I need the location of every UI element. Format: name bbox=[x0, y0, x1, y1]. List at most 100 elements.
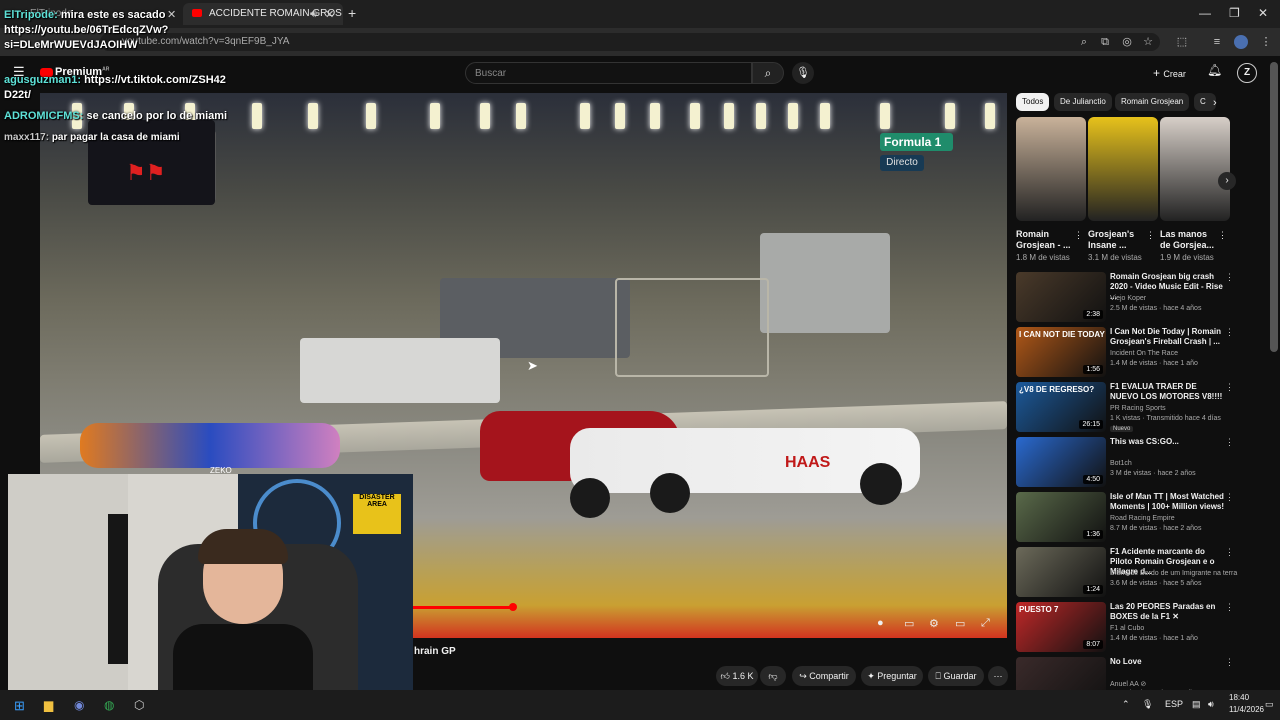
recommended-video[interactable]: 2:38 Romain Grosjean big crash 2020 - Vid… bbox=[1016, 272, 1234, 322]
video-title[interactable]: No Love bbox=[1110, 657, 1225, 667]
video-title[interactable]: This was CS:GO... bbox=[1110, 437, 1225, 447]
video-thumbnail[interactable]: 1:36 bbox=[1016, 492, 1106, 542]
channel-name[interactable]: Road Racing Empire bbox=[1110, 515, 1175, 522]
more-options-icon[interactable]: ⋮ bbox=[1225, 382, 1234, 393]
chrome-icon[interactable]: ◍ bbox=[104, 698, 114, 712]
recommended-video[interactable]: PUESTO 7 8:07 Las 20 PEORES Paradas en BOX… bbox=[1016, 602, 1234, 652]
settings-gear-icon[interactable]: ⚙ bbox=[929, 617, 939, 630]
video-thumbnail[interactable]: 4:50 bbox=[1016, 437, 1106, 487]
video-thumbnail[interactable]: 2:38 bbox=[1016, 272, 1106, 322]
progress-scrubber[interactable] bbox=[509, 603, 517, 611]
video-thumbnail[interactable]: I CAN NOT DIE TODAY 1:56 bbox=[1016, 327, 1106, 377]
channel-name[interactable]: Incident On The Race bbox=[1110, 350, 1178, 357]
channel-name[interactable]: Bot1ch bbox=[1110, 460, 1132, 467]
notifications-bell-icon[interactable]: 🔔︎ bbox=[1207, 63, 1222, 77]
minimize-icon[interactable]: — bbox=[1199, 6, 1211, 20]
more-options-icon[interactable]: ⋮ bbox=[1225, 492, 1234, 503]
more-options-icon[interactable]: ⋮ bbox=[1225, 327, 1234, 338]
recommended-video[interactable]: 1:36 Isle of Man TT | Most Watched Moment… bbox=[1016, 492, 1234, 542]
like-button[interactable]: 👍︎ 1.6 K bbox=[716, 666, 758, 686]
autoplay-icon[interactable]: ● bbox=[877, 617, 884, 629]
close-tab-icon[interactable]: ✕ bbox=[167, 8, 176, 21]
avatar[interactable]: Z bbox=[1237, 63, 1257, 83]
discord-icon[interactable]: ◉ bbox=[74, 698, 84, 712]
browser-tab-active[interactable]: ACCIDENTE ROMAIN GROS bbox=[183, 3, 343, 25]
save-button[interactable]: ⎕ Guardar bbox=[928, 666, 984, 686]
channel-name[interactable]: Diário de Bordo de um Imigrante na terra bbox=[1110, 570, 1237, 577]
more-options-icon[interactable]: ⋮ bbox=[1074, 230, 1083, 241]
search-button[interactable]: ⌕ bbox=[752, 62, 784, 84]
search-input[interactable]: Buscar bbox=[465, 62, 752, 84]
install-icon[interactable]: ⧉ bbox=[1098, 35, 1112, 49]
theater-mode-icon[interactable]: ▭ bbox=[955, 617, 965, 630]
more-options-icon[interactable]: ⋮ bbox=[1225, 602, 1234, 613]
short-title[interactable]: Grosjean's Insane ... bbox=[1088, 229, 1148, 251]
short-thumbnail[interactable] bbox=[1088, 117, 1158, 221]
extensions-icon[interactable]: ⬚ bbox=[1175, 35, 1189, 49]
short-thumbnail[interactable] bbox=[1160, 117, 1230, 221]
network-icon[interactable]: ▤ bbox=[1192, 699, 1201, 710]
share-button[interactable]: ↪ Compartir bbox=[792, 666, 856, 686]
more-options-icon[interactable]: ⋮ bbox=[1225, 547, 1234, 558]
short-title[interactable]: Las manos de Gorsjea... bbox=[1160, 229, 1220, 251]
recommended-video[interactable]: I CAN NOT DIE TODAY 1:56 I Can Not Die Tod… bbox=[1016, 327, 1234, 377]
chevron-right-icon[interactable]: › bbox=[1213, 97, 1217, 109]
close-tab-icon[interactable]: ✕ bbox=[325, 8, 334, 21]
speaker-icon[interactable]: 🔊︎ bbox=[310, 8, 317, 21]
close-window-icon[interactable]: ✕ bbox=[1258, 6, 1268, 20]
ask-button[interactable]: ✦ Preguntar bbox=[861, 666, 923, 686]
more-actions-icon[interactable]: ⋯ bbox=[988, 666, 1008, 686]
fullscreen-icon[interactable]: ⤢ bbox=[981, 617, 990, 630]
zoom-icon[interactable]: ⌕ bbox=[1077, 35, 1091, 49]
video-title[interactable]: Isle of Man TT | Most Watched Moments | … bbox=[1110, 492, 1225, 512]
microphone-icon[interactable]: 🎙︎ bbox=[1142, 699, 1153, 710]
tray-chevron-up-icon[interactable]: ⌃ bbox=[1122, 699, 1130, 710]
notification-icon[interactable]: ▭ bbox=[1265, 699, 1274, 710]
bookmark-star-icon[interactable]: ☆ bbox=[1141, 35, 1155, 49]
more-options-icon[interactable]: ⋮ bbox=[1225, 437, 1234, 448]
profile-icon[interactable] bbox=[1234, 35, 1248, 49]
video-thumbnail[interactable]: PUESTO 7 8:07 bbox=[1016, 602, 1106, 652]
file-explorer-icon[interactable]: ▆ bbox=[44, 698, 53, 712]
chip-todos[interactable]: Todos bbox=[1016, 93, 1050, 111]
channel-name[interactable]: Anuel AA ⊘ bbox=[1110, 680, 1146, 688]
voice-search-icon[interactable]: 🎙︎ bbox=[792, 62, 814, 84]
channel-name[interactable]: F1 al Cubo bbox=[1110, 625, 1144, 632]
recommended-video[interactable]: ¿V8 DE REGRESO? 26:15 F1 EVALUA TRAER DE N… bbox=[1016, 382, 1234, 432]
chip-romain-grosjean[interactable]: Romain Grosjean bbox=[1115, 93, 1190, 111]
more-options-icon[interactable]: ⋮ bbox=[1225, 657, 1234, 668]
channel-name[interactable]: Viejo Koper bbox=[1110, 295, 1146, 302]
media-control-icon[interactable]: ≡ bbox=[1210, 35, 1224, 49]
eye-off-icon[interactable]: ◎ bbox=[1120, 35, 1134, 49]
plus-icon: + bbox=[1153, 66, 1164, 80]
create-button[interactable]: + Crear bbox=[1153, 63, 1195, 83]
video-title[interactable]: Las 20 PEORES Paradas en BOXES de la F1 … bbox=[1110, 602, 1225, 622]
chevron-right-icon[interactable]: › bbox=[1218, 172, 1236, 190]
video-title[interactable]: F1 EVALUA TRAER DE NUEVO LOS MOTORES V8!… bbox=[1110, 382, 1225, 402]
clock-time[interactable]: 18:40 bbox=[1229, 693, 1249, 702]
subtitles-icon[interactable]: ▭ bbox=[904, 617, 914, 630]
video-progress-bar[interactable] bbox=[412, 606, 512, 609]
browser-menu-icon[interactable]: ⋮ bbox=[1259, 35, 1273, 49]
recommended-video[interactable]: 4:50 This was CS:GO... Bot1ch 3 M de vistas… bbox=[1016, 437, 1234, 487]
app-icon[interactable]: ⬡ bbox=[134, 698, 144, 712]
short-thumbnail[interactable] bbox=[1016, 117, 1086, 221]
chip-de-julianctio[interactable]: De Julianctio bbox=[1054, 93, 1112, 111]
start-windows-icon[interactable]: ⊞ bbox=[14, 698, 25, 714]
clock-date[interactable]: 11/4/2026 bbox=[1229, 705, 1264, 714]
recommended-video[interactable]: 1:24 F1 Acidente marcante do Piloto Romai… bbox=[1016, 547, 1237, 597]
dislike-button[interactable]: 👎︎ bbox=[760, 666, 786, 686]
more-options-icon[interactable]: ⋮ bbox=[1218, 230, 1227, 241]
video-thumbnail[interactable]: 1:24 bbox=[1016, 547, 1106, 597]
maximize-icon[interactable]: ❐ bbox=[1229, 6, 1240, 20]
video-thumbnail[interactable]: ¿V8 DE REGRESO? 26:15 bbox=[1016, 382, 1106, 432]
channel-name[interactable]: PR Racing Sports bbox=[1110, 405, 1166, 412]
new-tab-button[interactable]: + bbox=[348, 5, 356, 21]
video-title[interactable]: I Can Not Die Today | Romain Grosjean's … bbox=[1110, 327, 1225, 347]
more-options-icon[interactable]: ⋮ bbox=[1146, 230, 1155, 241]
volume-icon[interactable]: 🔊︎ bbox=[1208, 699, 1214, 710]
short-title[interactable]: Romain Grosjean - ... bbox=[1016, 229, 1076, 251]
scrollbar[interactable] bbox=[1270, 62, 1278, 352]
more-options-icon[interactable]: ⋮ bbox=[1225, 272, 1234, 283]
language-indicator[interactable]: ESP bbox=[1165, 699, 1183, 709]
